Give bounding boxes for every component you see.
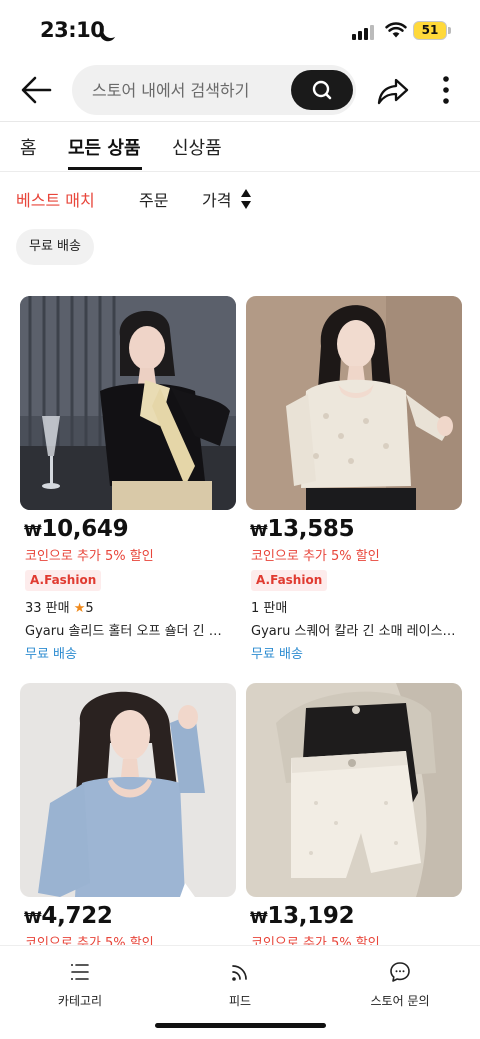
tab-all-products[interactable]: 모든 상품: [68, 134, 141, 160]
tab-home[interactable]: 홈: [20, 134, 37, 160]
wifi-icon: [385, 22, 407, 38]
sort-orders[interactable]: 주문: [139, 187, 168, 211]
product-card[interactable]: ₩10,649 코인으로 추가 5% 할인 A.Fashion 33 판매 ★5…: [20, 296, 236, 666]
feed-icon: [232, 965, 247, 981]
store-badge: A.Fashion: [251, 570, 328, 591]
product-price: ₩13,192: [250, 903, 355, 929]
sort-arrows-icon[interactable]: [240, 188, 252, 210]
product-price: ₩4,722: [24, 903, 113, 929]
free-shipping-filter-chip[interactable]: 무료 배송: [16, 229, 94, 265]
sales-and-rating: 33 판매 ★5: [25, 601, 94, 616]
store-header: [0, 58, 480, 122]
store-tabs: 홈 모든 상품 신상품: [0, 122, 480, 172]
home-indicator[interactable]: [155, 1023, 326, 1028]
battery-tip: [448, 27, 451, 34]
sort-price[interactable]: 가격: [202, 187, 231, 211]
product-image[interactable]: [20, 296, 236, 510]
active-tab-indicator: [68, 167, 142, 170]
search-input[interactable]: [92, 65, 292, 115]
status-bar: 23:10 51: [0, 0, 480, 58]
status-time: 23:10: [40, 18, 105, 42]
product-title: Gyaru 솔리드 홀터 오프 숄더 긴 소매 리본: [25, 624, 231, 639]
tab-new-products[interactable]: 신상품: [172, 134, 222, 160]
back-arrow-icon[interactable]: [16, 72, 56, 108]
sort-bar: 베스트 매치 주문 가격: [0, 172, 480, 224]
nav-store-inquiry[interactable]: 스토어 문의: [330, 960, 470, 1009]
product-title: Gyaru 스퀘어 칼라 긴 소매 레이스 상의: [251, 624, 457, 639]
product-card[interactable]: ₩13,192 코인으로 추가 5% 할인: [246, 683, 462, 951]
product-card[interactable]: ₩4,722 코인으로 추가 5% 할인: [20, 683, 236, 951]
sort-best-match[interactable]: 베스트 매치: [16, 187, 95, 211]
product-image[interactable]: [246, 683, 462, 897]
free-shipping-label: 무료 배송: [251, 647, 303, 662]
sales-count: 1 판매: [251, 601, 288, 616]
nav-feed[interactable]: 피드: [170, 960, 310, 1009]
search-icon: [312, 80, 332, 100]
free-shipping-label: 무료 배송: [25, 647, 77, 662]
category-list-icon: [71, 964, 89, 980]
battery-indicator: 51: [413, 21, 447, 40]
more-options-icon[interactable]: [436, 74, 456, 106]
store-badge: A.Fashion: [25, 570, 102, 591]
coin-discount-note: 코인으로 추가 5% 할인: [251, 549, 380, 564]
product-image[interactable]: [20, 683, 236, 897]
product-image[interactable]: [246, 296, 462, 510]
product-price: ₩13,585: [250, 516, 355, 542]
cellular-signal-icon: [352, 24, 374, 40]
share-icon[interactable]: [376, 76, 410, 106]
product-card[interactable]: ₩13,585 코인으로 추가 5% 할인 A.Fashion 1 판매 Gya…: [246, 296, 462, 666]
search-button[interactable]: [291, 70, 353, 110]
star-icon: ★: [73, 601, 86, 616]
chat-bubble-icon: [390, 962, 410, 982]
coin-discount-note: 코인으로 추가 5% 할인: [25, 549, 154, 564]
store-search-bar[interactable]: [72, 65, 356, 115]
product-price: ₩10,649: [24, 516, 129, 542]
nav-categories[interactable]: 카테고리: [10, 960, 150, 1009]
